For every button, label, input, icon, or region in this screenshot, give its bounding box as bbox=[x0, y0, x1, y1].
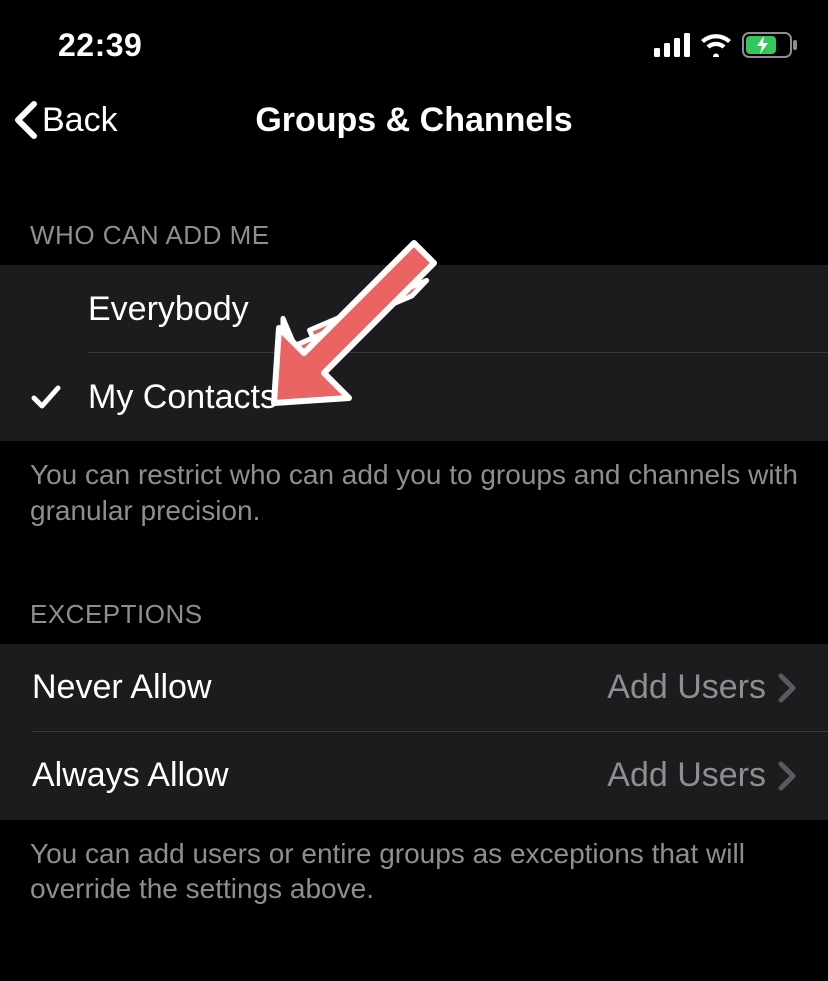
back-label: Back bbox=[42, 101, 118, 140]
section-footer-exceptions: You can add users or entire groups as ex… bbox=[0, 820, 828, 908]
page-title: Groups & Channels bbox=[255, 101, 572, 140]
chevron-right-icon bbox=[778, 673, 796, 703]
row-value: Add Users bbox=[607, 756, 766, 795]
row-value: Add Users bbox=[607, 668, 766, 707]
row-label: Always Allow bbox=[32, 756, 607, 795]
section-header-who-can-add: WHO CAN ADD ME bbox=[0, 168, 828, 265]
navigation-bar: Back Groups & Channels bbox=[0, 80, 828, 168]
battery-charging-icon bbox=[742, 32, 798, 58]
back-button[interactable]: Back bbox=[12, 100, 118, 140]
row-label: Never Allow bbox=[32, 668, 607, 707]
chevron-right-icon bbox=[778, 761, 796, 791]
option-my-contacts[interactable]: My Contacts bbox=[0, 353, 828, 441]
status-time: 22:39 bbox=[58, 27, 142, 64]
section-header-exceptions: EXCEPTIONS bbox=[0, 529, 828, 644]
wifi-icon bbox=[700, 33, 732, 57]
cellular-signal-icon bbox=[654, 33, 690, 57]
status-icons bbox=[654, 32, 798, 58]
option-label: Everybody bbox=[88, 290, 796, 329]
checkmark-icon bbox=[30, 381, 88, 413]
chevron-left-icon bbox=[12, 100, 40, 140]
exceptions-group: Never Allow Add Users Always Allow Add U… bbox=[0, 644, 828, 820]
option-everybody[interactable]: Everybody bbox=[0, 265, 828, 353]
who-can-add-group: Everybody My Contacts bbox=[0, 265, 828, 441]
row-always-allow[interactable]: Always Allow Add Users bbox=[0, 732, 828, 820]
row-never-allow[interactable]: Never Allow Add Users bbox=[0, 644, 828, 732]
option-label: My Contacts bbox=[88, 378, 796, 417]
status-bar: 22:39 bbox=[0, 0, 828, 80]
section-footer-who-can-add: You can restrict who can add you to grou… bbox=[0, 441, 828, 529]
